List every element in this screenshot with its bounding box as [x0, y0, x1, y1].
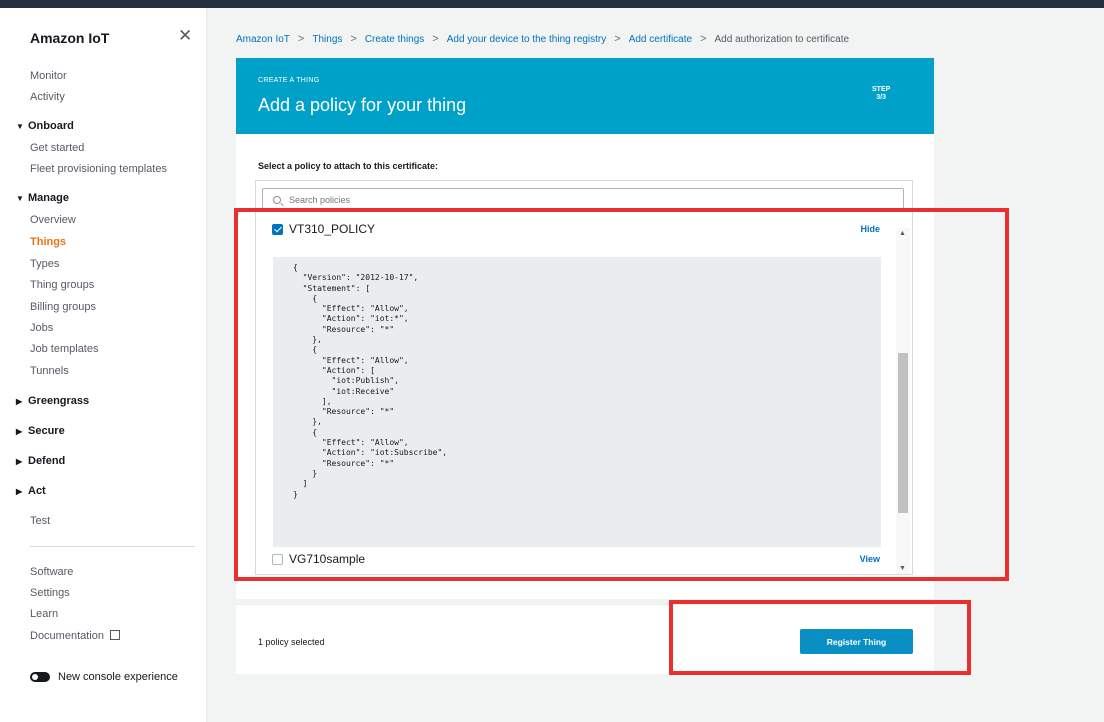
- caret-right-icon: ▶: [16, 397, 23, 406]
- toggle-knob: [32, 674, 38, 680]
- step-value: 3/3: [876, 94, 887, 101]
- policy-checkbox[interactable]: [272, 553, 283, 565]
- sidebar-item-things[interactable]: Things: [30, 236, 66, 248]
- sidebar-group-secure[interactable]: ▶ Secure: [16, 425, 65, 437]
- policy-checkbox[interactable]: [272, 223, 283, 235]
- scroll-up-icon[interactable]: ▲: [899, 230, 906, 237]
- policy-row[interactable]: VG710sample View: [260, 549, 896, 569]
- search-input[interactable]: [289, 195, 889, 205]
- sidebar-item-billing-groups[interactable]: Billing groups: [30, 301, 96, 313]
- scrollbar[interactable]: ▲ ▼: [896, 228, 910, 574]
- sidebar-group-onboard[interactable]: ▼ Onboard: [16, 120, 74, 132]
- toggle-label: New console experience: [58, 671, 178, 683]
- sidebar-title: Amazon IoT: [30, 30, 110, 46]
- sidebar-item-documentation[interactable]: Documentation: [30, 629, 120, 642]
- sidebar-item-learn[interactable]: Learn: [30, 608, 58, 620]
- wizard-banner: CREATE A THING Add a policy for your thi…: [236, 58, 934, 134]
- external-link-icon: [110, 630, 120, 640]
- sidebar-group-greengrass[interactable]: ▶ Greengrass: [16, 395, 89, 407]
- step-label: STEP: [872, 86, 891, 93]
- toggle-switch[interactable]: [30, 672, 50, 682]
- sidebar-item-types[interactable]: Types: [30, 258, 59, 270]
- sidebar: Amazon IoT ✕ Monitor Activity ▼ Onboard G…: [0, 8, 207, 722]
- policy-name: VT310_POLICY: [289, 222, 376, 236]
- policy-select-label: Select a policy to attach to this certif…: [258, 161, 439, 171]
- chevron-right-icon: >: [350, 33, 357, 45]
- caret-right-icon: ▶: [16, 427, 23, 436]
- sidebar-divider: [30, 546, 195, 547]
- breadcrumb-current: Add authorization to certificate: [714, 33, 850, 45]
- search-icon: [273, 196, 281, 204]
- page-title: Add a policy for your thing: [258, 95, 467, 115]
- sidebar-group-label: Greengrass: [28, 395, 90, 407]
- breadcrumb-create-things[interactable]: Create things: [365, 34, 424, 45]
- view-policy-link[interactable]: View: [860, 554, 880, 564]
- policy-document: { "Version": "2012-10-17", "Statement": …: [273, 257, 881, 547]
- hide-policy-link[interactable]: Hide: [860, 224, 880, 234]
- selection-status: 1 policy selected: [258, 637, 325, 647]
- breadcrumb-add-device[interactable]: Add your device to the thing registry: [447, 34, 607, 45]
- sidebar-item-overview[interactable]: Overview: [30, 214, 76, 226]
- sidebar-item-fleet-provisioning[interactable]: Fleet provisioning templates: [30, 163, 167, 175]
- chevron-right-icon: >: [614, 33, 621, 45]
- banner-kicker: CREATE A THING: [258, 77, 320, 84]
- sidebar-item-software[interactable]: Software: [30, 566, 73, 578]
- sidebar-group-label: Defend: [28, 455, 66, 467]
- sidebar-group-label: Act: [28, 485, 46, 497]
- sidebar-item-thing-groups[interactable]: Thing groups: [30, 279, 94, 291]
- sidebar-item-settings[interactable]: Settings: [30, 587, 70, 599]
- top-bar: [0, 0, 1104, 8]
- breadcrumb-amazon-iot[interactable]: Amazon IoT: [236, 34, 290, 45]
- sidebar-group-label: Manage: [28, 192, 69, 204]
- chevron-right-icon: >: [297, 33, 305, 45]
- caret-down-icon: ▼: [16, 122, 24, 131]
- register-thing-button[interactable]: Register Thing: [800, 629, 913, 654]
- sidebar-group-defend[interactable]: ▶ Defend: [16, 455, 65, 467]
- policy-name: VG710sample: [289, 552, 366, 566]
- step-indicator: STEP 3/3: [872, 86, 890, 102]
- breadcrumb-things[interactable]: Things: [312, 34, 342, 45]
- sidebar-item-monitor[interactable]: Monitor: [30, 70, 67, 82]
- documentation-label: Documentation: [30, 630, 104, 642]
- sidebar-group-label: Onboard: [28, 120, 74, 132]
- sidebar-group-act[interactable]: ▶ Act: [16, 485, 46, 497]
- policy-row[interactable]: VT310_POLICY Hide: [260, 219, 896, 239]
- caret-down-icon: ▼: [16, 194, 24, 203]
- new-console-toggle[interactable]: New console experience: [30, 671, 178, 683]
- scrollbar-thumb[interactable]: [898, 353, 908, 513]
- sidebar-group-manage[interactable]: ▼ Manage: [16, 192, 69, 204]
- breadcrumb-add-certificate[interactable]: Add certificate: [629, 34, 692, 45]
- sidebar-item-jobs[interactable]: Jobs: [30, 322, 53, 334]
- sidebar-item-job-templates[interactable]: Job templates: [30, 343, 98, 355]
- scroll-down-icon[interactable]: ▼: [899, 565, 906, 572]
- chevron-right-icon: >: [700, 33, 707, 45]
- chevron-right-icon: >: [432, 33, 439, 45]
- sidebar-group-label: Secure: [28, 425, 65, 437]
- caret-right-icon: ▶: [16, 487, 23, 496]
- sidebar-item-get-started[interactable]: Get started: [30, 142, 84, 154]
- sidebar-item-activity[interactable]: Activity: [30, 91, 65, 103]
- caret-right-icon: ▶: [16, 457, 23, 466]
- breadcrumb: Amazon IoT > Things > Create things > Ad…: [236, 33, 849, 45]
- close-icon[interactable]: ✕: [178, 26, 192, 46]
- sidebar-item-test[interactable]: Test: [30, 515, 50, 527]
- sidebar-item-tunnels[interactable]: Tunnels: [30, 365, 69, 377]
- search-box[interactable]: [262, 188, 904, 212]
